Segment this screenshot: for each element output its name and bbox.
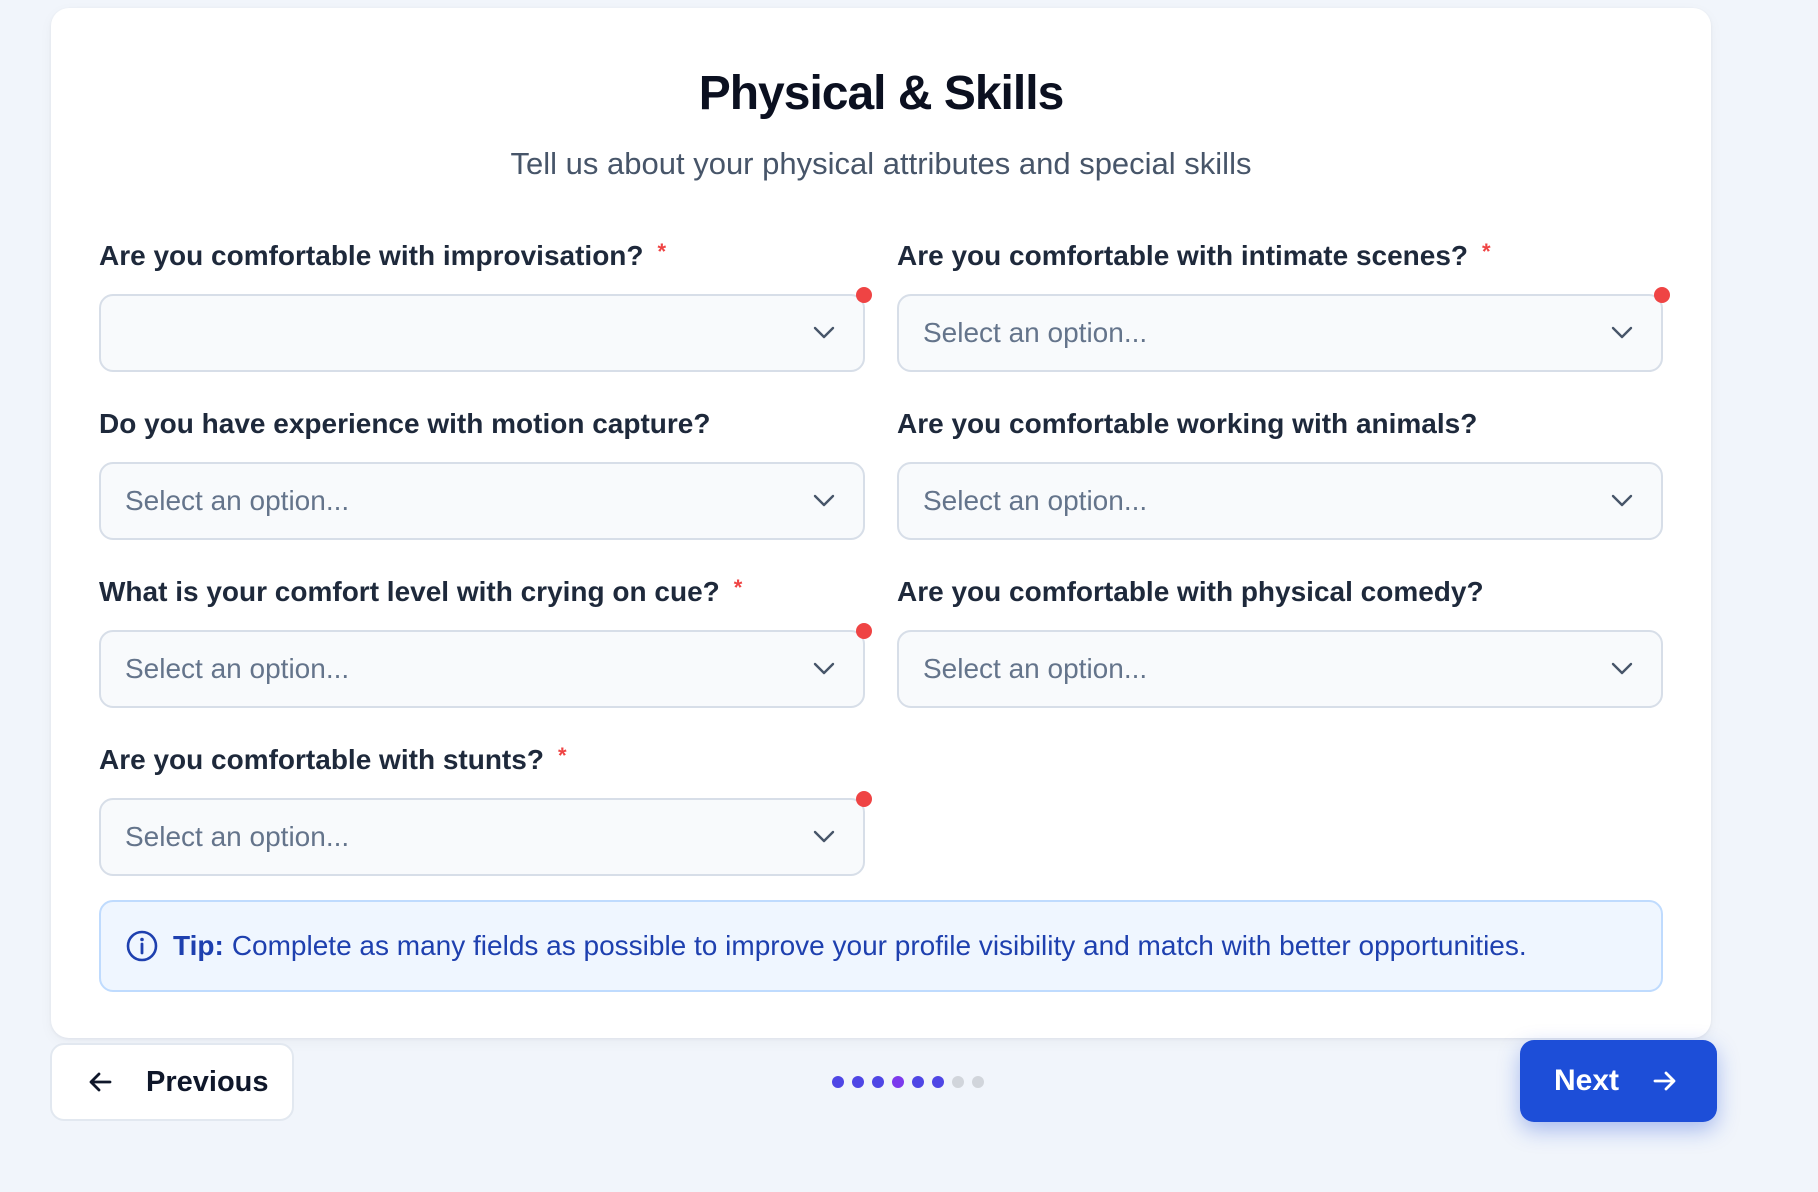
info-icon: [125, 929, 159, 963]
step-dot: [972, 1076, 984, 1088]
step-dot: [892, 1076, 904, 1088]
page-subtitle: Tell us about your physical attributes a…: [510, 146, 1252, 181]
select-value: Select an option...: [923, 485, 1148, 516]
field-label: Are you comfortable with improvisation? …: [99, 239, 667, 271]
chevron-down-icon: [813, 494, 835, 508]
motion-capture-select[interactable]: Select an option...: [99, 462, 865, 540]
step-indicator: [832, 1076, 984, 1088]
field-label: Are you comfortable working with animals…: [897, 408, 1478, 439]
step-dot: [952, 1076, 964, 1088]
error-indicator: [856, 287, 872, 303]
select-value: Select an option...: [125, 821, 350, 852]
chevron-down-icon: [1611, 494, 1633, 508]
step-dot: [912, 1076, 924, 1088]
required-marker: *: [733, 575, 743, 600]
crying-on-cue-select[interactable]: Select an option...: [99, 623, 872, 708]
field-intimate-scenes: Are you comfortable with intimate scenes…: [897, 238, 1670, 372]
tip-banner: Tip: Complete as many fields as possible…: [99, 900, 1663, 992]
chevron-down-icon: [813, 326, 835, 340]
field-label: Are you comfortable with stunts? *: [99, 743, 567, 775]
next-label: Next: [1554, 1064, 1620, 1097]
field-label: Do you have experience with motion captu…: [99, 408, 711, 439]
previous-button[interactable]: Previous: [50, 1043, 294, 1121]
arrow-left-icon: [86, 1067, 116, 1097]
select-value: Select an option...: [923, 653, 1148, 684]
chevron-down-icon: [1611, 326, 1633, 340]
select-value: Select an option...: [125, 653, 350, 684]
arrow-right-icon: [1649, 1066, 1679, 1096]
field-motion-capture: Do you have experience with motion captu…: [99, 406, 865, 540]
physical-comedy-select[interactable]: Select an option...: [897, 630, 1663, 708]
field-crying-on-cue: What is your comfort level with crying o…: [99, 574, 872, 708]
required-marker: *: [557, 743, 567, 768]
page-title: Physical & Skills: [698, 67, 1065, 120]
improvisation-select[interactable]: [99, 287, 872, 372]
field-physical-comedy: Are you comfortable with physical comedy…: [897, 574, 1663, 708]
field-label: What is your comfort level with crying o…: [99, 575, 743, 607]
error-indicator: [856, 791, 872, 807]
tip-label: Tip:: [173, 930, 224, 961]
next-button[interactable]: Next: [1520, 1040, 1717, 1122]
field-label: Are you comfortable with intimate scenes…: [897, 239, 1491, 271]
field-label: Are you comfortable with physical comedy…: [897, 576, 1484, 607]
step-dot: [832, 1076, 844, 1088]
error-indicator: [856, 623, 872, 639]
field-stunts: Are you comfortable with stunts? * Selec…: [99, 742, 872, 876]
field-improvisation: Are you comfortable with improvisation? …: [99, 238, 872, 372]
chevron-down-icon: [813, 662, 835, 676]
chevron-down-icon: [1611, 662, 1633, 676]
intimate-scenes-select[interactable]: Select an option...: [897, 287, 1670, 372]
previous-label: Previous: [146, 1065, 269, 1098]
required-marker: *: [1482, 239, 1491, 264]
chevron-down-icon: [813, 830, 835, 844]
field-animals: Are you comfortable working with animals…: [897, 406, 1663, 540]
step-dot: [872, 1076, 884, 1088]
step-dot: [932, 1076, 944, 1088]
tip-text: Complete as many fields as possible to i…: [231, 930, 1527, 961]
form-card: Physical & Skills Tell us about your phy…: [51, 8, 1711, 1038]
step-dot: [852, 1076, 864, 1088]
required-marker: *: [657, 239, 667, 264]
select-value: Select an option...: [125, 485, 350, 516]
select-value: Select an option...: [923, 317, 1148, 348]
error-indicator: [1654, 287, 1670, 303]
stunts-select[interactable]: Select an option...: [99, 791, 872, 876]
animals-select[interactable]: Select an option...: [897, 462, 1663, 540]
